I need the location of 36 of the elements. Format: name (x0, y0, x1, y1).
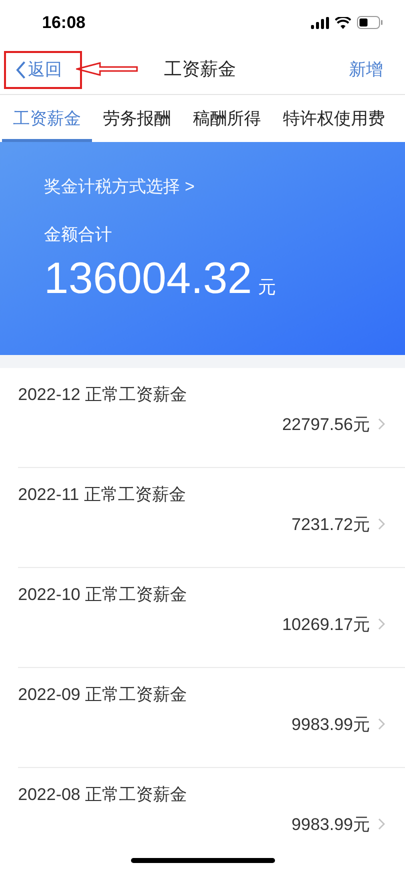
record-amount: 7231.72元 (292, 514, 370, 536)
battery-icon (357, 16, 383, 29)
page-title: 工资薪金 (164, 58, 236, 81)
record-row[interactable]: 2022-10 正常工资薪金 10269.17元 (18, 568, 405, 668)
chevron-icon (378, 818, 385, 830)
wifi-icon (335, 16, 351, 28)
signal-icon (311, 16, 329, 28)
arrow-icon (76, 62, 138, 76)
total-amount: 136004.32 (44, 257, 252, 301)
record-title: 2022-12 正常工资薪金 (18, 384, 188, 406)
chevron-icon (378, 618, 385, 630)
record-row[interactable]: 2022-08 正常工资薪金 9983.99元 (18, 768, 405, 868)
add-button[interactable]: 新增 (349, 56, 383, 82)
back-button[interactable]: 返回 (16, 56, 62, 82)
tab[interactable]: 特许权使用费 (272, 95, 396, 142)
record-amount: 9983.99元 (292, 714, 370, 736)
record-title: 2022-09 正常工资薪金 (18, 684, 188, 706)
back-icon (16, 60, 26, 78)
record-amount: 9983.99元 (292, 814, 370, 836)
record-amount: 10269.17元 (282, 614, 370, 636)
record-amount: 22797.56元 (282, 414, 370, 436)
status-time: 16:08 (42, 12, 86, 34)
currency-unit: 元 (258, 276, 276, 299)
record-row[interactable]: 2022-09 正常工资薪金 9983.99元 (18, 668, 405, 768)
record-title: 2022-11 正常工资薪金 (18, 484, 187, 506)
tab[interactable]: 劳务报酬 (92, 95, 182, 142)
tab[interactable]: 工资薪金 (2, 95, 92, 142)
record-row[interactable]: 2022-11 正常工资薪金 7231.72元 (18, 468, 405, 568)
total-label: 金额合计 (44, 224, 112, 246)
chevron-icon (378, 718, 385, 730)
chevron-icon (378, 418, 385, 430)
chevron-icon (378, 518, 385, 530)
record-title: 2022-08 正常工资薪金 (18, 784, 188, 806)
tab[interactable]: 稿酬所得 (182, 95, 272, 142)
record-row[interactable]: 2022-12 正常工资薪金 22797.56元 (18, 368, 405, 468)
record-title: 2022-10 正常工资薪金 (18, 584, 188, 606)
